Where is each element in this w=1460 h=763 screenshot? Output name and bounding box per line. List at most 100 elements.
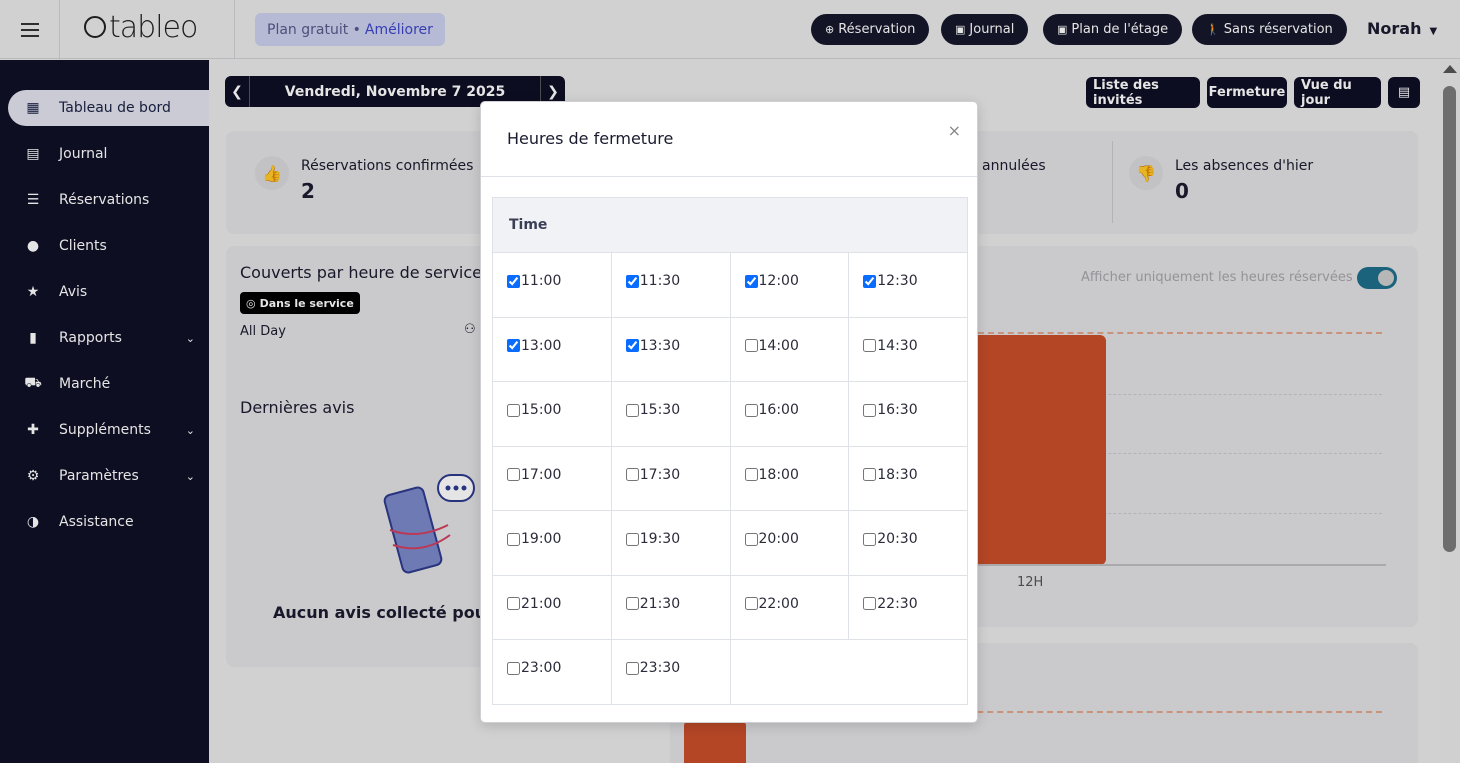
hour-option[interactable]: 15:00 — [507, 402, 611, 418]
hour-option[interactable]: 19:30 — [625, 531, 730, 547]
hour-option[interactable]: 13:30 — [625, 337, 730, 354]
hour-checkbox[interactable] — [863, 468, 877, 481]
hour-option[interactable]: 16:30 — [863, 402, 967, 418]
hour-cell: 19:30 — [610, 510, 731, 576]
hour-option[interactable]: 14:00 — [744, 337, 849, 354]
hour-option[interactable]: 11:30 — [625, 273, 730, 289]
hour-checkbox[interactable] — [625, 468, 639, 481]
hour-checkbox[interactable] — [625, 339, 639, 352]
hour-option[interactable]: 16:00 — [744, 402, 849, 418]
empty-cell — [729, 639, 968, 705]
hour-cell: 23:00 — [492, 639, 612, 705]
hour-cell: 20:00 — [729, 510, 850, 576]
table-row: 11:00 11:30 12:00 12:30 — [492, 252, 968, 318]
hour-checkbox[interactable] — [507, 274, 520, 288]
hour-label: 20:30 — [877, 531, 918, 547]
hour-option[interactable]: 22:00 — [744, 595, 849, 612]
hour-option[interactable]: 18:30 — [863, 467, 967, 483]
hour-checkbox[interactable] — [625, 597, 639, 610]
hour-option[interactable]: 15:30 — [625, 402, 730, 418]
table-row: 17:00 17:30 18:00 18:30 — [492, 445, 968, 511]
hour-checkbox[interactable] — [863, 532, 877, 546]
table-row: 15:00 15:30 16:00 16:30 — [492, 381, 968, 447]
table-row: 13:00 13:30 14:00 14:30 — [492, 316, 968, 382]
hour-label: 17:00 — [521, 466, 562, 483]
hour-label: 22:00 — [758, 595, 799, 612]
hour-option[interactable]: 18:00 — [744, 466, 849, 483]
hour-checkbox[interactable] — [625, 661, 639, 675]
hour-option[interactable]: 20:00 — [744, 531, 849, 547]
hour-checkbox[interactable] — [507, 597, 520, 610]
hour-cell: 22:00 — [729, 574, 850, 640]
hour-checkbox[interactable] — [507, 661, 520, 675]
hour-option[interactable]: 19:00 — [507, 531, 611, 547]
hour-cell: 17:30 — [610, 445, 731, 511]
hour-option[interactable]: 12:30 — [863, 273, 967, 289]
hour-checkbox[interactable] — [744, 468, 758, 481]
hours-table-body: 11:00 11:30 12:00 12:30 13:00 13:30 14:00 14:30… — [492, 252, 968, 705]
hour-option[interactable]: 11:00 — [507, 273, 611, 289]
hour-checkbox[interactable] — [507, 403, 520, 417]
hour-option[interactable]: 21:00 — [507, 596, 611, 612]
hour-label: 18:30 — [877, 466, 918, 483]
hour-option[interactable]: 14:30 — [863, 338, 967, 354]
hour-label: 15:30 — [639, 402, 681, 418]
hour-option[interactable]: 17:30 — [625, 466, 730, 483]
hour-label: 15:00 — [521, 402, 562, 418]
table-row: 19:00 19:30 20:00 20:30 — [492, 510, 968, 576]
hour-label: 13:00 — [521, 337, 562, 354]
hour-checkbox[interactable] — [863, 339, 877, 352]
hour-label: 16:30 — [877, 402, 918, 418]
hour-option[interactable]: 17:00 — [507, 467, 611, 483]
hour-option[interactable]: 12:00 — [744, 273, 849, 289]
hour-checkbox[interactable] — [863, 403, 877, 417]
hour-label: 13:30 — [639, 337, 681, 354]
hour-cell: 15:00 — [492, 381, 612, 447]
hour-cell: 15:30 — [610, 381, 731, 447]
hour-cell: 18:30 — [848, 445, 968, 511]
hour-checkbox[interactable] — [863, 597, 877, 610]
hour-checkbox[interactable] — [744, 274, 758, 288]
hour-option[interactable]: 13:00 — [507, 338, 611, 354]
hour-label: 19:30 — [639, 531, 681, 547]
hour-cell: 21:00 — [492, 574, 612, 640]
hour-cell: 18:00 — [729, 445, 850, 511]
hour-checkbox[interactable] — [507, 339, 520, 352]
hour-cell: 12:00 — [729, 252, 850, 318]
hour-option[interactable]: 20:30 — [863, 531, 967, 547]
hour-label: 11:30 — [639, 273, 681, 289]
hours-table: Time 11:00 11:30 12:00 12:30 13:00 13:30 14:00… — [492, 197, 968, 705]
hour-checkbox[interactable] — [744, 339, 758, 352]
hour-checkbox[interactable] — [744, 532, 758, 546]
hour-checkbox[interactable] — [744, 597, 758, 610]
modal-title: Heures de fermeture — [507, 129, 674, 148]
hour-option[interactable]: 21:30 — [625, 595, 730, 612]
close-icon[interactable]: × — [948, 121, 961, 140]
hour-checkbox[interactable] — [625, 532, 639, 546]
hour-cell: 11:30 — [610, 252, 731, 318]
hour-cell: 16:00 — [729, 381, 850, 447]
hour-label: 11:00 — [521, 273, 562, 289]
table-row: 23:00 23:30 — [492, 639, 968, 705]
hour-label: 12:00 — [758, 273, 799, 289]
hour-label: 16:00 — [758, 402, 799, 418]
hour-cell: 22:30 — [848, 574, 968, 640]
closing-hours-modal: Heures de fermeture × Time 11:00 11:30 12:… — [480, 101, 978, 723]
hour-checkbox[interactable] — [744, 403, 758, 417]
hour-label: 21:30 — [639, 595, 681, 612]
hour-label: 18:00 — [758, 466, 799, 483]
hour-cell: 20:30 — [848, 510, 968, 576]
hour-option[interactable]: 22:30 — [863, 596, 967, 612]
hour-option[interactable]: 23:00 — [507, 660, 611, 676]
hour-cell: 11:00 — [492, 252, 612, 318]
hour-checkbox[interactable] — [625, 274, 639, 288]
hour-checkbox[interactable] — [863, 274, 877, 288]
hour-checkbox[interactable] — [507, 532, 520, 546]
hour-option[interactable]: 23:30 — [625, 660, 730, 676]
hour-checkbox[interactable] — [507, 468, 520, 481]
hour-checkbox[interactable] — [625, 403, 639, 417]
hour-label: 14:00 — [758, 337, 799, 354]
hour-label: 17:30 — [639, 466, 681, 483]
hour-cell: 21:30 — [610, 574, 731, 640]
hour-label: 21:00 — [521, 595, 562, 612]
